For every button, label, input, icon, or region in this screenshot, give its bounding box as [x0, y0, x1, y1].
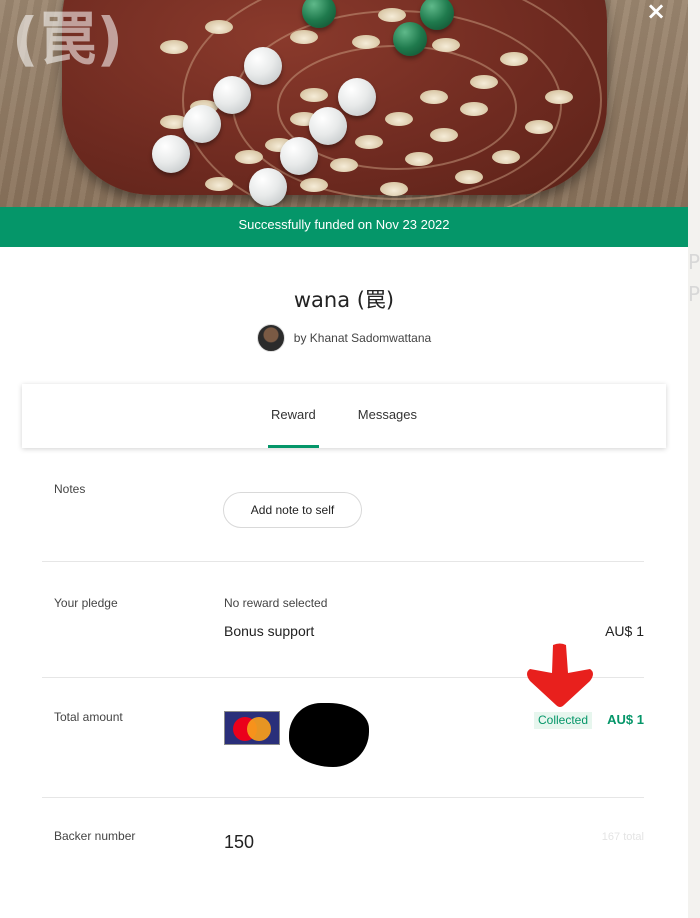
creator-line: by Khanat Sadomwattana: [0, 324, 688, 352]
project-title: wana (罠): [293, 288, 395, 312]
backer-label: Backer number: [54, 829, 136, 843]
status-badge: Collected: [534, 712, 593, 729]
white-ball: [213, 76, 251, 114]
notes-row: Notes Add note to self: [42, 476, 644, 560]
creator-name[interactable]: by Khanat Sadomwattana: [294, 331, 431, 345]
bonus-support-value: AU$ 1: [605, 623, 644, 639]
reward-selection: No reward selected: [224, 596, 328, 610]
white-ball: [280, 137, 318, 175]
backer-row: Backer number 150 167 total: [42, 817, 644, 877]
notes-label: Notes: [54, 482, 86, 496]
white-ball: [249, 168, 287, 206]
add-note-button[interactable]: Add note to self: [223, 492, 362, 528]
white-ball: [309, 107, 347, 145]
pledge-label: Your pledge: [54, 596, 118, 610]
pledge-modal: (罠) × Successfully funded on Nov 23 2022…: [0, 0, 688, 918]
tab-bar: Reward Messages: [22, 384, 666, 448]
close-icon[interactable]: ×: [644, 0, 668, 23]
white-ball: [244, 47, 282, 85]
green-ball: [393, 22, 427, 56]
backer-number: 150: [224, 832, 255, 852]
white-ball: [152, 135, 190, 173]
backer-total: 167 total: [601, 831, 644, 843]
red-arrow-annotation-icon: [527, 643, 593, 707]
hero-watermark-text: (罠): [12, 5, 124, 73]
total-amount-value: AU$ 1: [607, 712, 644, 727]
divider: [42, 797, 644, 798]
tab-reward[interactable]: Reward: [250, 384, 337, 448]
total-label: Total amount: [54, 710, 123, 724]
tab-messages[interactable]: Messages: [337, 384, 438, 448]
bonus-support-label: Bonus support: [224, 623, 315, 639]
redacted-card-number: [289, 703, 369, 767]
mastercard-icon: [224, 711, 280, 745]
white-ball: [183, 105, 221, 143]
white-ball: [338, 78, 376, 116]
funded-status-banner: Successfully funded on Nov 23 2022: [0, 207, 688, 247]
creator-avatar[interactable]: [256, 324, 285, 352]
project-hero-image: (罠): [0, 0, 688, 207]
divider: [42, 561, 644, 562]
